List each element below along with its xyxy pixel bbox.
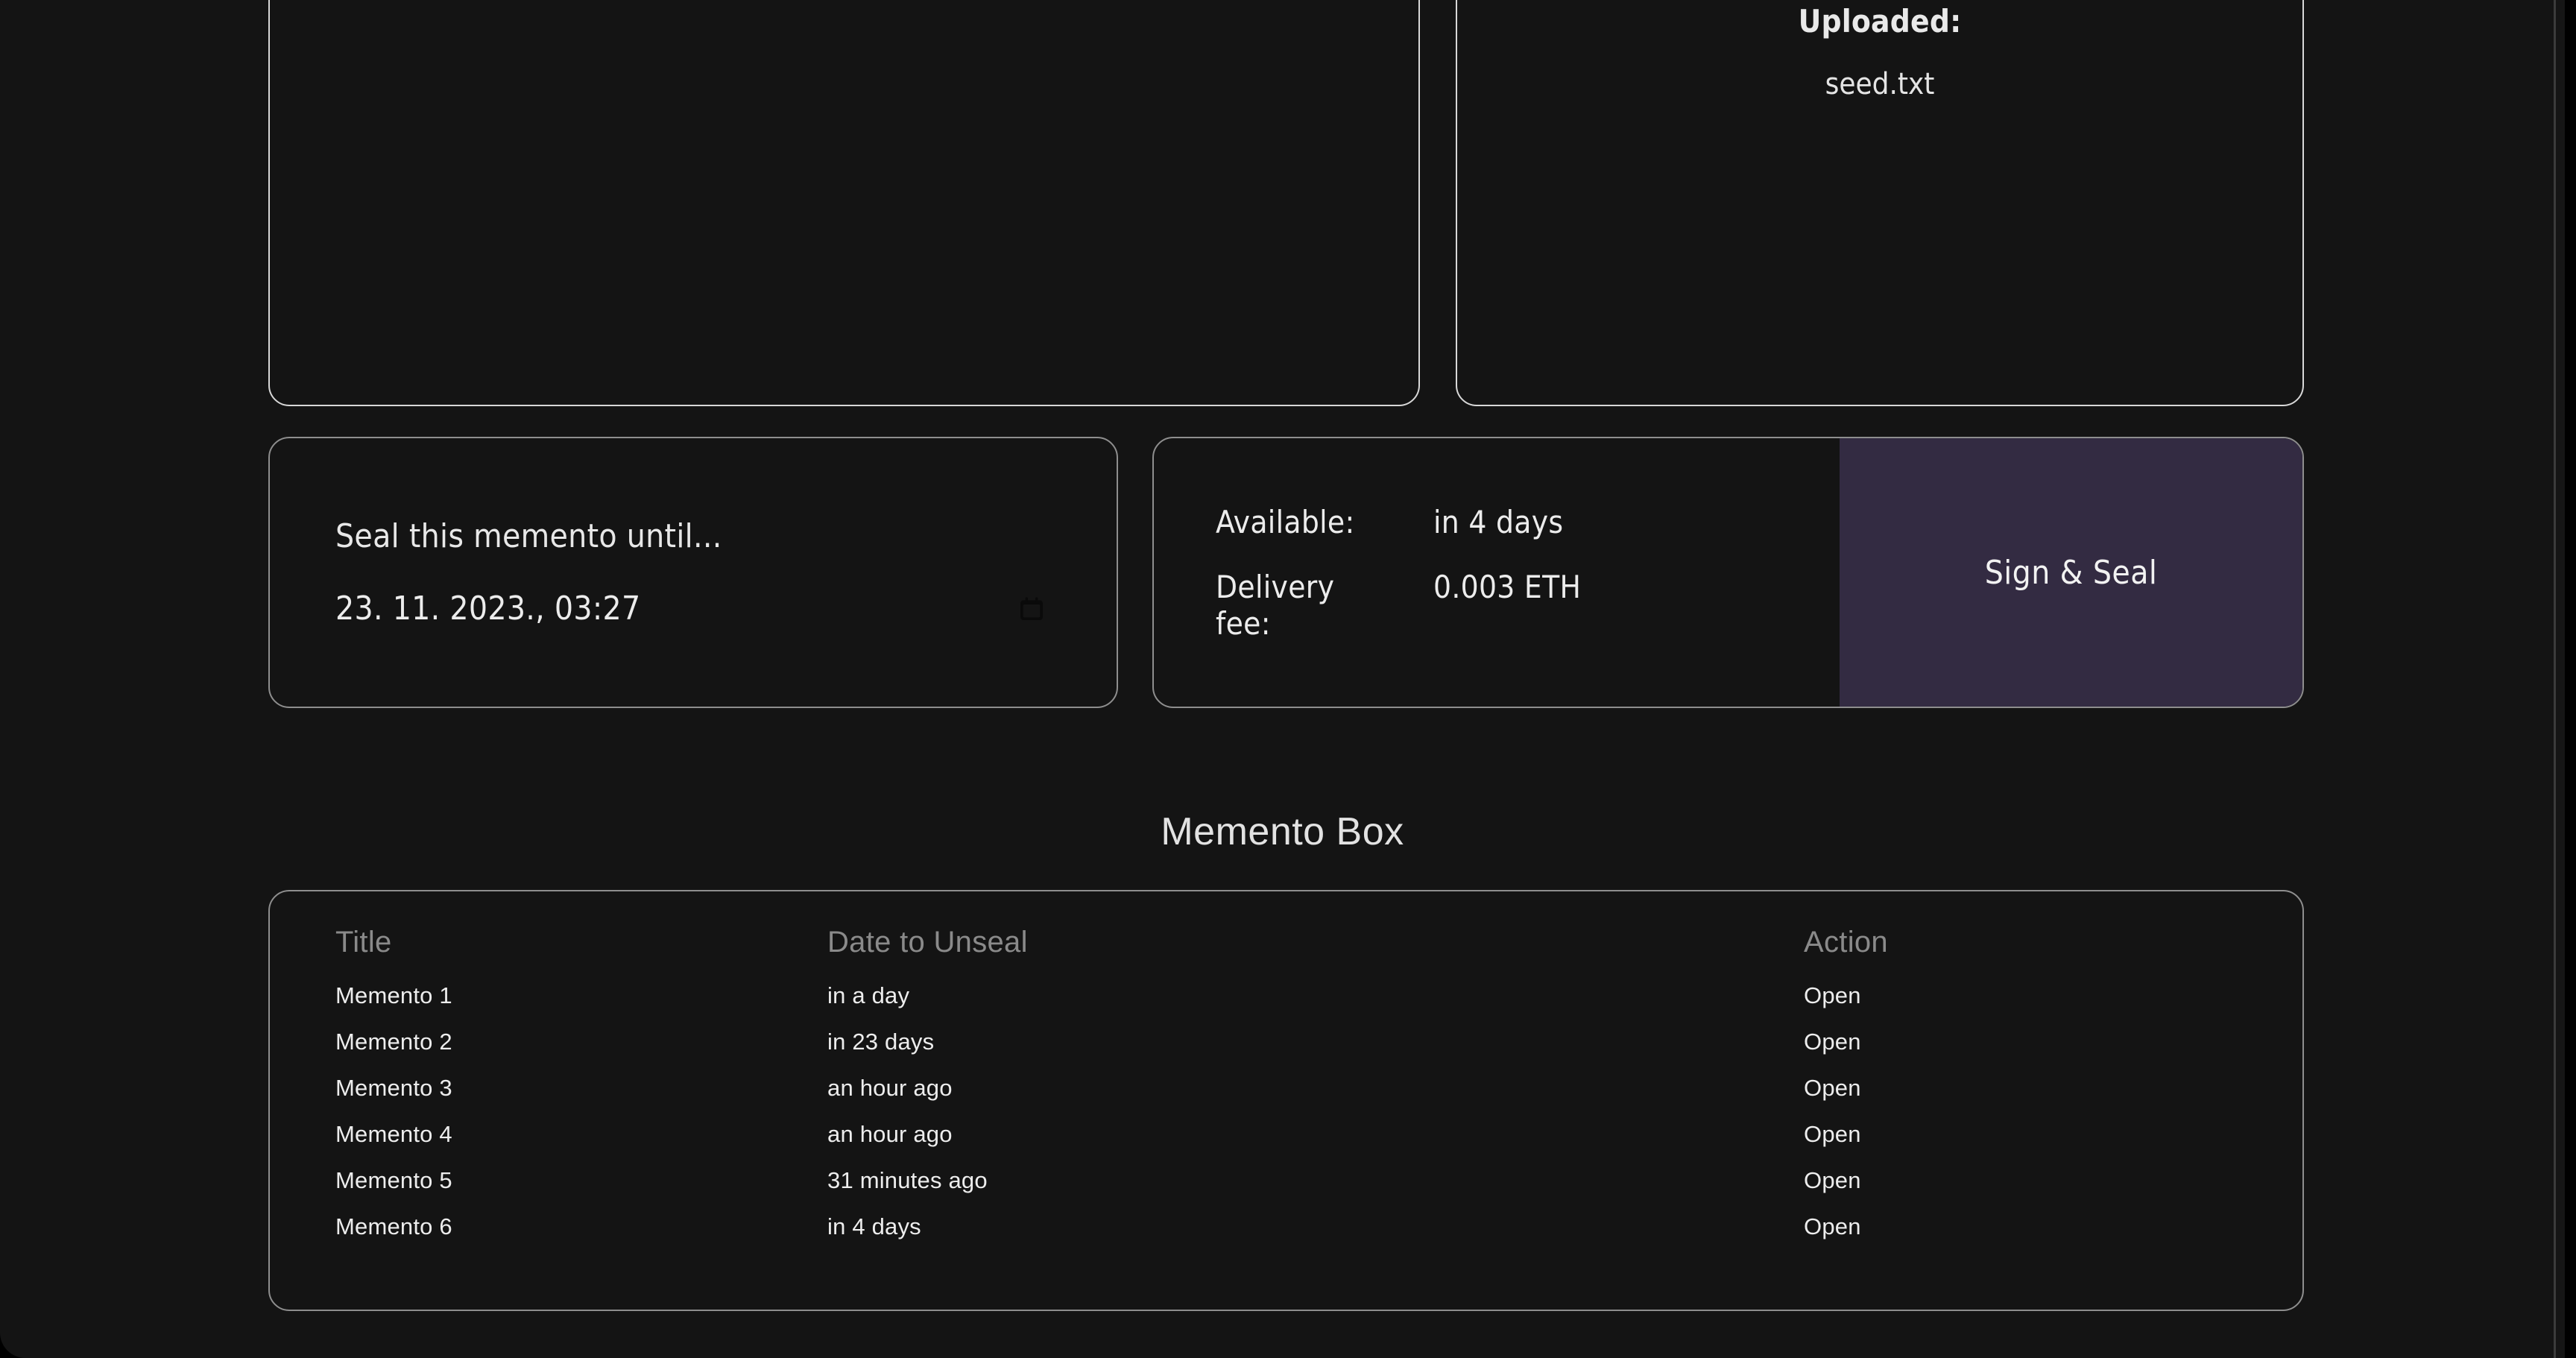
fee-summary: Available: in 4 days Delivery fee: 0.003… xyxy=(1154,438,1840,707)
table-row: Memento 1 in a day Open xyxy=(335,973,2237,1019)
table-header-row: Title Date to Unseal Action xyxy=(335,926,2237,973)
open-memento-link[interactable]: Open xyxy=(1804,1065,2237,1111)
seal-date-card: Seal this memento until... 23. 11. 2023.… xyxy=(268,437,1118,708)
seal-summary-card: Available: in 4 days Delivery fee: 0.003… xyxy=(1152,437,2304,708)
delivery-fee-value: 0.003 ETH xyxy=(1433,568,1582,605)
column-header-action: Action xyxy=(1804,926,1888,959)
cell-date-to-unseal: in 23 days xyxy=(827,1029,935,1055)
memento-note-card[interactable] xyxy=(268,0,1420,406)
uploaded-filename: seed.txt xyxy=(1825,67,1935,101)
memento-table: Title Date to Unseal Action Memento 1 in … xyxy=(335,926,2237,1250)
open-memento-link[interactable]: Open xyxy=(1804,1204,2237,1250)
datetime-value: 23. 11. 2023., 03:27 xyxy=(335,590,641,628)
available-value: in 4 days xyxy=(1433,503,1564,540)
cell-date-to-unseal: in 4 days xyxy=(827,1213,921,1239)
delivery-fee-label: Delivery fee: xyxy=(1216,568,1335,642)
cell-title: Memento 1 xyxy=(335,982,452,1008)
open-memento-link[interactable]: Open xyxy=(1804,973,2237,1019)
open-memento-link[interactable]: Open xyxy=(1804,1158,2237,1204)
open-memento-link[interactable]: Open xyxy=(1804,1111,2237,1158)
table-row: Memento 2 in 23 days Open xyxy=(335,1019,2237,1065)
uploaded-label: Uploaded: xyxy=(1798,3,1962,40)
upload-card: Uploaded: seed.txt xyxy=(1456,0,2304,406)
cell-date-to-unseal: in a day xyxy=(827,982,910,1008)
cell-title: Memento 3 xyxy=(335,1075,452,1101)
cell-date-to-unseal: an hour ago xyxy=(827,1121,953,1147)
column-header-date: Date to Unseal xyxy=(827,926,1028,959)
sign-and-seal-button[interactable]: Sign & Seal xyxy=(1840,438,2302,707)
calendar-icon[interactable] xyxy=(1017,594,1046,624)
datetime-input[interactable]: 23. 11. 2023., 03:27 xyxy=(335,590,1051,628)
open-memento-link[interactable]: Open xyxy=(1804,1019,2237,1065)
table-row: Memento 5 31 minutes ago Open xyxy=(335,1158,2237,1204)
available-row: Available: in 4 days xyxy=(1216,504,1840,540)
cell-title: Memento 6 xyxy=(335,1213,452,1239)
memento-box-heading: Memento Box xyxy=(1161,810,1404,853)
table-row: Memento 3 an hour ago Open xyxy=(335,1065,2237,1111)
page-viewport: Uploaded: seed.txt Seal this memento unt… xyxy=(0,0,2565,1358)
window-frame-edge xyxy=(2554,0,2565,1358)
cell-title: Memento 4 xyxy=(335,1121,452,1147)
cell-title: Memento 5 xyxy=(335,1167,452,1193)
seal-until-label: Seal this memento until... xyxy=(335,517,722,555)
memento-box-panel: Title Date to Unseal Action Memento 1 in … xyxy=(268,890,2304,1311)
cell-date-to-unseal: an hour ago xyxy=(827,1075,953,1101)
table-row: Memento 6 in 4 days Open xyxy=(335,1204,2237,1250)
table-row: Memento 4 an hour ago Open xyxy=(335,1111,2237,1158)
cell-title: Memento 2 xyxy=(335,1029,452,1055)
column-header-title: Title xyxy=(335,926,392,959)
cell-date-to-unseal: 31 minutes ago xyxy=(827,1167,988,1193)
delivery-fee-row: Delivery fee: 0.003 ETH xyxy=(1216,569,1840,642)
available-label: Available: xyxy=(1216,503,1355,540)
